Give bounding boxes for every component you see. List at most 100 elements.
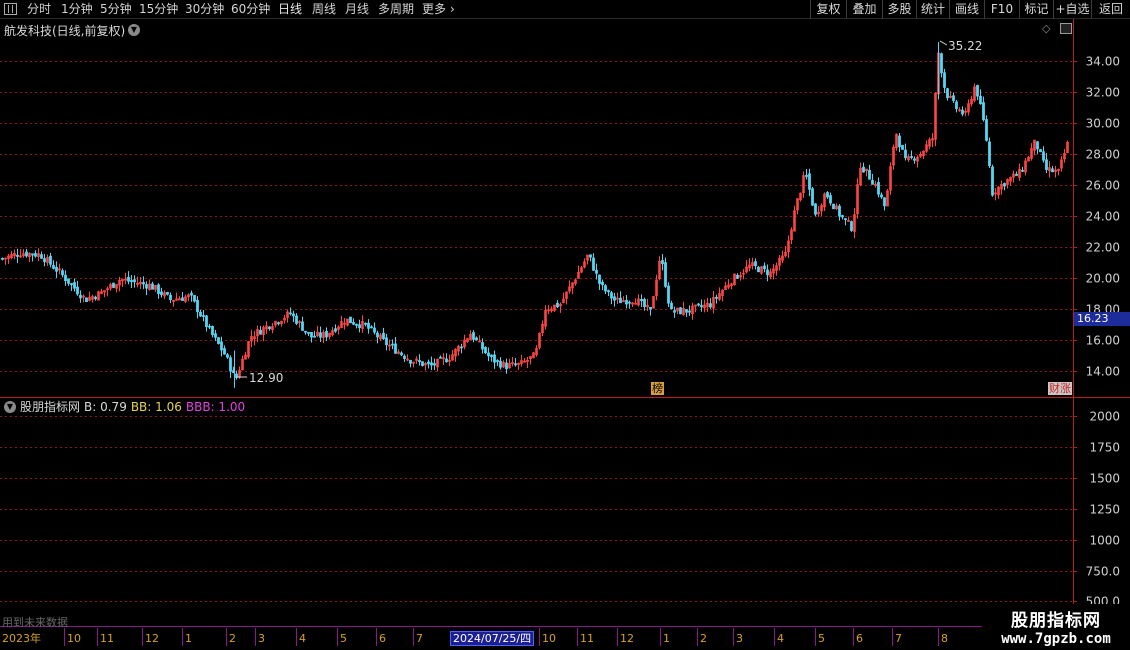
candle	[760, 265, 763, 275]
candle	[394, 337, 397, 355]
candle	[97, 290, 100, 301]
candle	[91, 294, 94, 303]
candle	[229, 355, 232, 378]
candle	[1066, 140, 1069, 154]
candle	[322, 329, 325, 344]
candle	[127, 271, 130, 285]
candle	[739, 271, 742, 281]
indicator-name[interactable]: 股朋指标网	[20, 398, 80, 415]
candle	[1012, 170, 1015, 183]
x-tick-label: 2	[700, 632, 707, 645]
candle	[1024, 157, 1027, 176]
x-tick-label: 10	[67, 632, 81, 645]
candle	[490, 354, 493, 362]
candle	[274, 320, 277, 328]
candle	[709, 298, 712, 309]
x-tick-label: 1	[185, 632, 192, 645]
x-tick-label: 12	[620, 632, 634, 645]
candle	[451, 349, 454, 361]
candle	[196, 296, 199, 319]
candle	[412, 361, 415, 368]
candle	[406, 354, 409, 362]
candle	[943, 68, 946, 94]
candle	[157, 283, 160, 299]
candle	[298, 320, 301, 328]
candle	[919, 151, 922, 158]
candle	[610, 290, 613, 305]
candle	[574, 278, 577, 286]
candle	[886, 189, 889, 207]
candle	[874, 180, 877, 188]
candle	[247, 340, 250, 359]
candle	[214, 330, 217, 341]
candle	[838, 204, 841, 221]
candle	[115, 284, 118, 293]
finance-badge[interactable]: 财涨	[1048, 382, 1072, 395]
candle	[289, 307, 292, 316]
candle	[973, 83, 976, 103]
candle	[703, 299, 706, 313]
candle	[667, 282, 670, 307]
future-data-note: 用到未来数据	[2, 616, 68, 629]
x-tick-label: 3	[258, 632, 265, 645]
watermark: 股朋指标网 www.7gpzb.com	[982, 604, 1130, 650]
candle	[1018, 163, 1021, 182]
price-axis: 14.0016.0018.0020.0022.0024.0026.0028.00…	[1073, 19, 1120, 397]
candle	[100, 288, 103, 295]
candle	[568, 280, 571, 294]
candle	[148, 279, 151, 291]
candle	[565, 291, 568, 305]
candle	[844, 218, 847, 226]
candle	[661, 254, 664, 271]
candle	[88, 291, 91, 302]
candle	[217, 337, 220, 345]
candle	[7, 254, 10, 264]
candle	[367, 319, 370, 334]
x-tick-label: 6	[379, 632, 386, 645]
candle	[811, 186, 814, 206]
candle	[883, 197, 886, 211]
candle	[829, 192, 832, 206]
candle	[658, 256, 661, 281]
date-cursor-label: 2024/07/25/四	[450, 631, 535, 646]
candle	[145, 281, 148, 296]
candle	[94, 295, 97, 301]
candle	[889, 162, 892, 195]
candle	[628, 300, 631, 309]
x-tick-label: 4	[299, 632, 306, 645]
candle	[967, 99, 970, 116]
candle	[742, 268, 745, 280]
candle	[79, 290, 82, 303]
candle	[337, 325, 340, 335]
indicator-bb: BB: 1.06	[130, 399, 182, 414]
candle	[1006, 178, 1009, 189]
candle	[934, 92, 937, 147]
indicator-dropdown-icon[interactable]: ▼	[4, 400, 16, 413]
candle	[964, 107, 967, 117]
candle	[577, 265, 580, 279]
candle	[61, 268, 64, 278]
x-tick-label: 7	[895, 632, 902, 645]
candle	[184, 294, 187, 303]
indicator-grid	[0, 416, 1073, 602]
candle	[940, 52, 943, 78]
list-badge[interactable]: 榜	[651, 382, 664, 395]
candle	[562, 292, 565, 304]
candle	[22, 249, 25, 258]
indicator-tick-label: 750.0	[1086, 565, 1120, 579]
candle	[730, 282, 733, 290]
candle	[1021, 166, 1024, 173]
candlesticks	[1, 41, 1069, 388]
candle	[70, 282, 73, 291]
indicator-b: B: 0.79	[84, 399, 127, 414]
candle	[31, 253, 34, 262]
candle	[841, 214, 844, 220]
candle	[808, 168, 811, 197]
x-tick-label: 2023年	[2, 631, 41, 645]
candle	[250, 329, 253, 347]
candle	[283, 314, 286, 324]
indicator-bbb: BBB: 1.00	[185, 399, 246, 414]
candle	[724, 281, 727, 290]
candle	[1054, 165, 1057, 178]
candle	[736, 273, 739, 279]
